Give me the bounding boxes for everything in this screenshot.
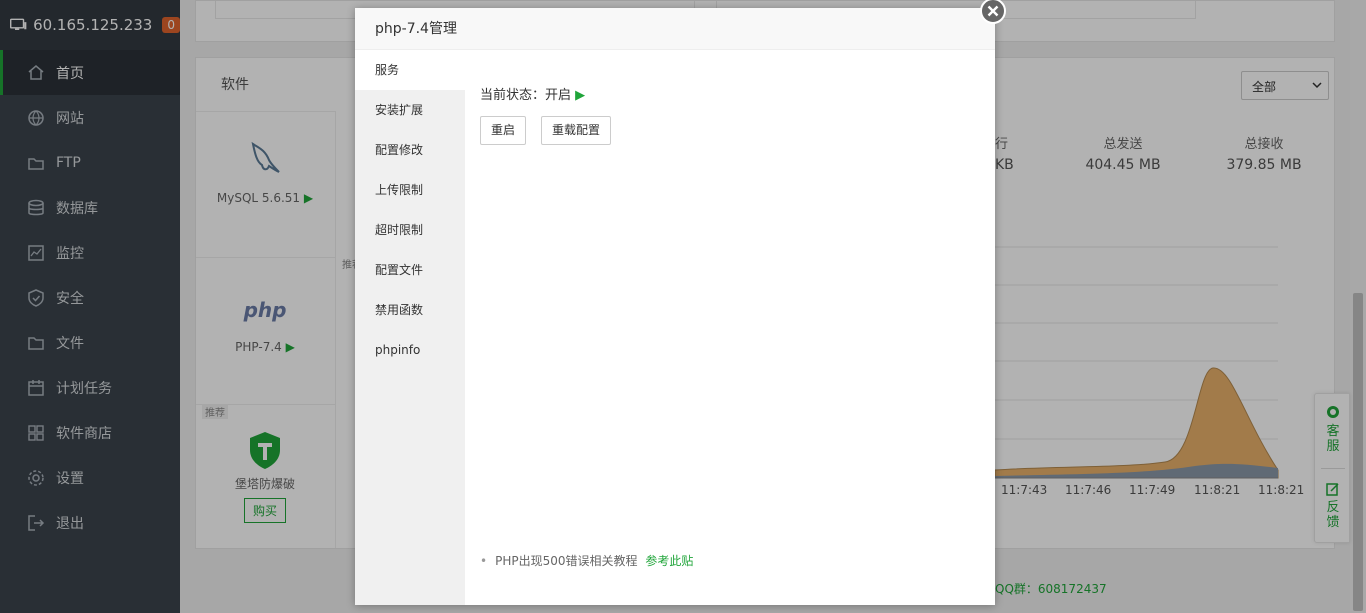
dialog-menu: 服务 安装扩展 配置修改 上传限制 超时限制 配置文件 禁用函数 phpinfo: [355, 50, 465, 605]
tip-item: • PHP出现500错误相关教程 参考此贴: [480, 552, 693, 569]
dialog-menu-item-1[interactable]: 安装扩展: [355, 90, 465, 130]
reload-config-button[interactable]: 重载配置: [541, 116, 611, 145]
tip-link[interactable]: 参考此贴: [645, 554, 693, 568]
service-status: 当前状态：开启 ▶: [480, 84, 585, 103]
php-manage-dialog: php-7.4管理 服务 安装扩展 配置修改 上传限制 超时限制 配置文件 禁用函数 phpi…: [355, 8, 995, 605]
dialog-menu-item-6[interactable]: 禁用函数: [355, 290, 465, 330]
close-circle-icon: [979, 0, 1006, 24]
dialog-menu-item-5[interactable]: 配置文件: [355, 250, 465, 290]
dialog-close-button[interactable]: [978, 0, 1007, 24]
bullet: •: [480, 554, 488, 568]
dialog-menu-item-2[interactable]: 配置修改: [355, 130, 465, 170]
running-icon: ▶: [575, 88, 586, 103]
dialog-menu-item-0[interactable]: 服务: [355, 50, 465, 90]
dialog-content: 当前状态：开启 ▶ 重启 重载配置 • PHP出现500错误相关教程 参考此贴: [465, 50, 995, 605]
dialog-menu-item-7[interactable]: phpinfo: [355, 330, 465, 370]
restart-button[interactable]: 重启: [480, 116, 526, 145]
dialog-title: php-7.4管理: [355, 8, 995, 50]
dialog-menu-item-3[interactable]: 上传限制: [355, 170, 465, 210]
tip-text: PHP出现500错误相关教程: [495, 554, 638, 568]
dialog-menu-item-4[interactable]: 超时限制: [355, 210, 465, 250]
status-label: 当前状态：开启: [480, 88, 572, 103]
